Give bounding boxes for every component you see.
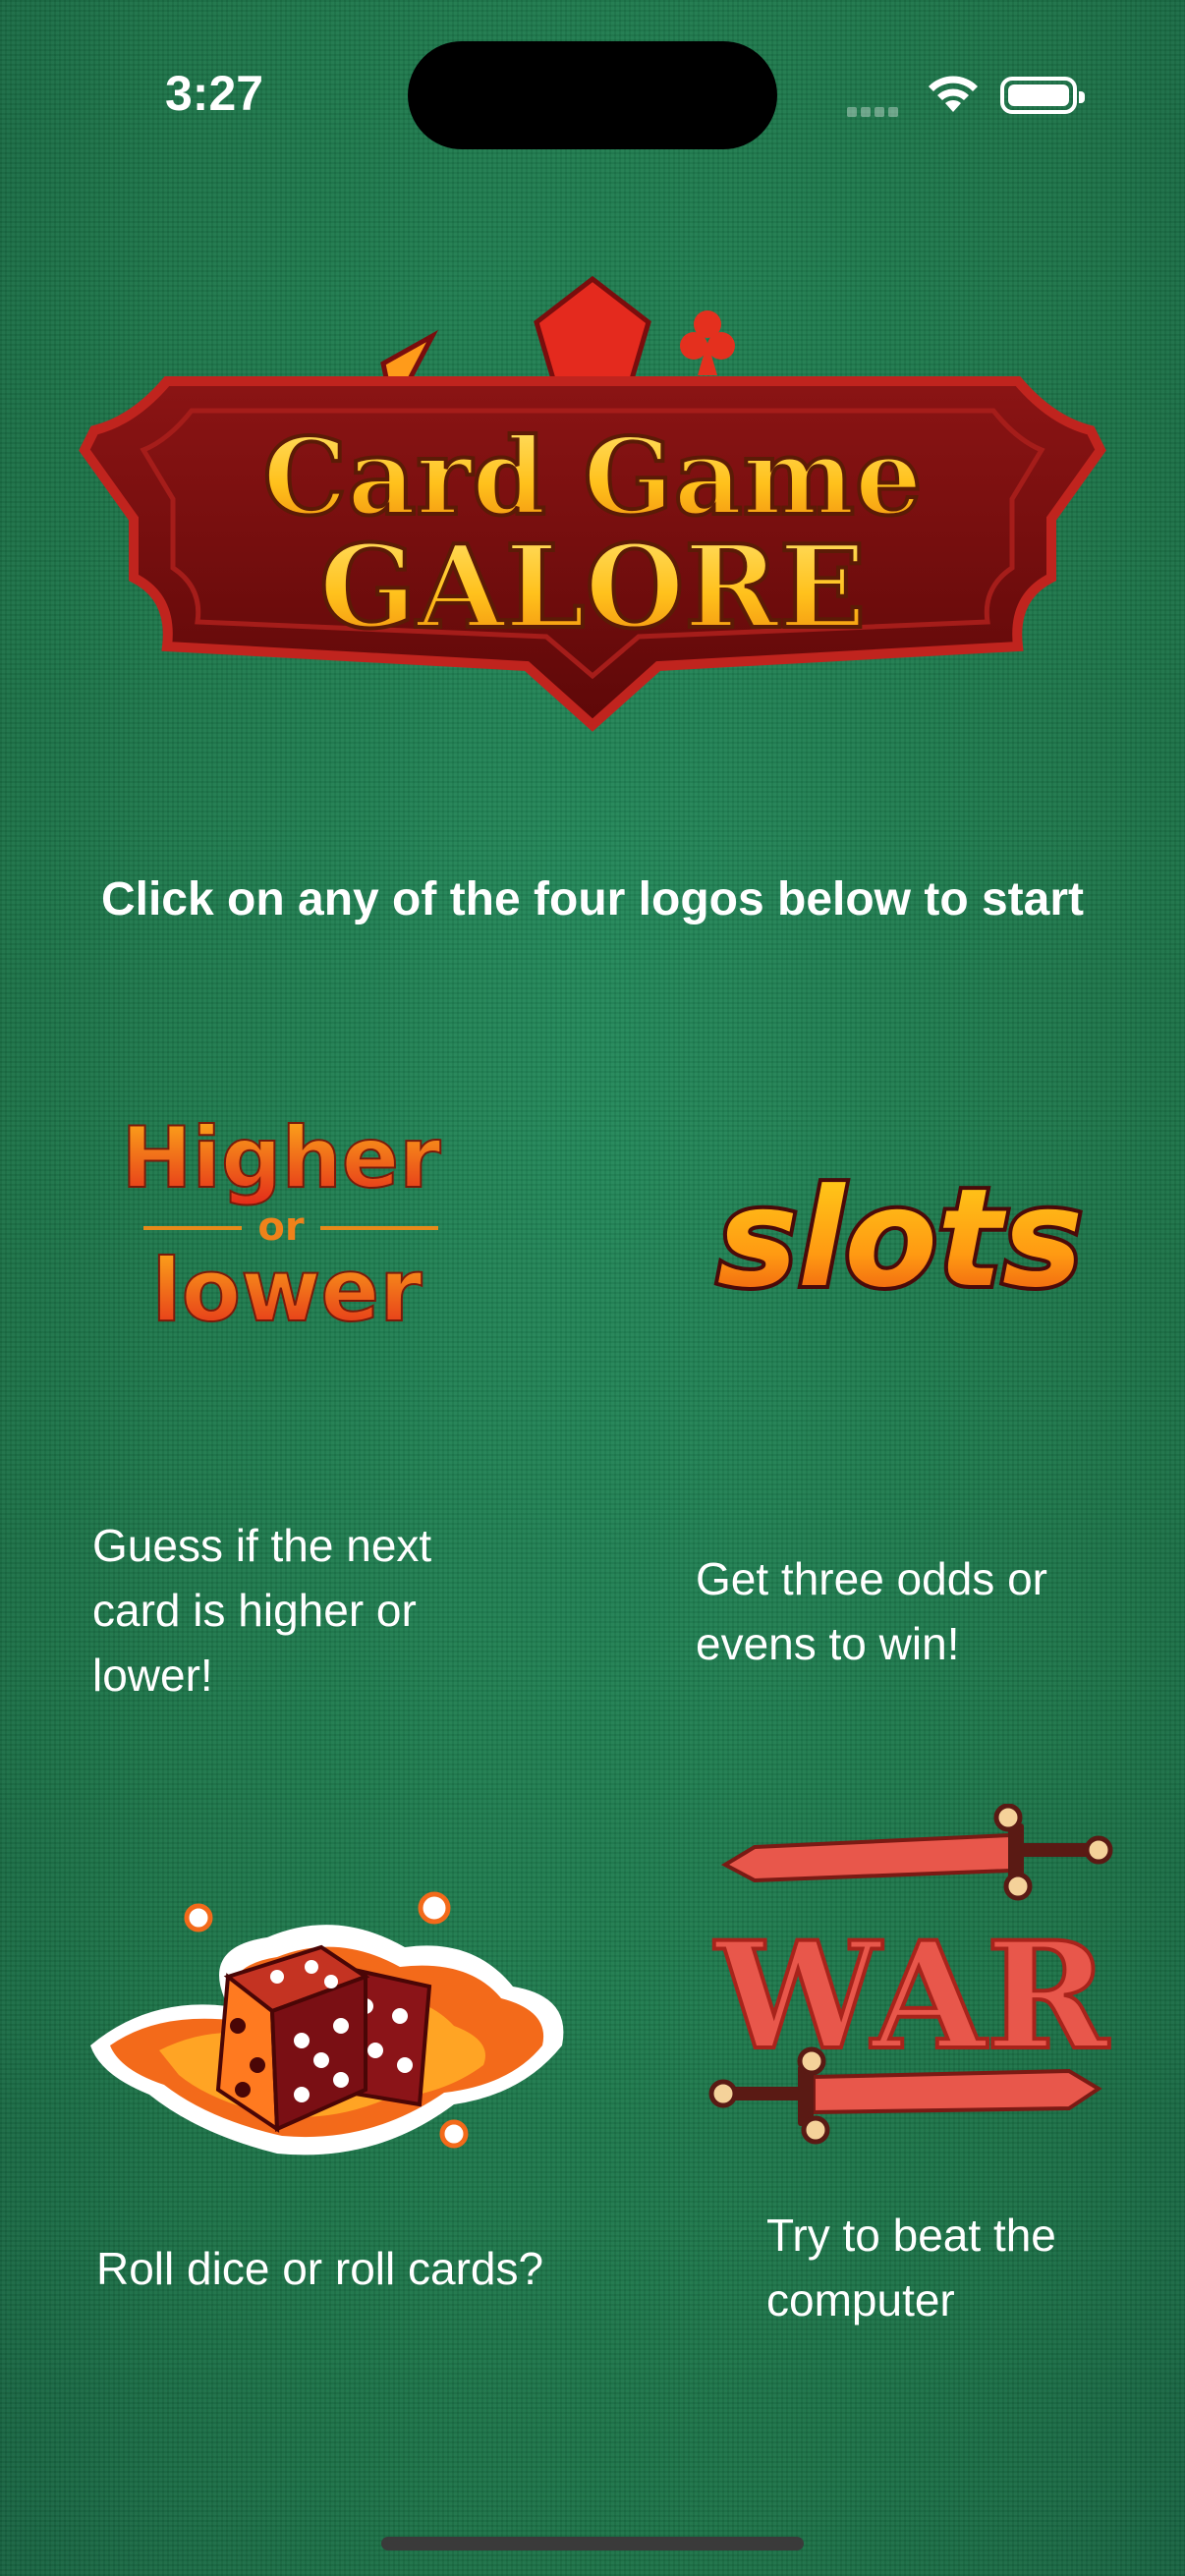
dice-description: Roll dice or roll cards? <box>96 2243 544 2294</box>
higher-or-lower-logo-button[interactable]: Higher or lower <box>104 1098 458 1334</box>
wifi-icon <box>926 73 981 119</box>
status-bar: 3:27 <box>0 0 1185 167</box>
war-description: Try to beat the computer <box>766 2210 1056 2325</box>
diamond-gem-icon <box>534 275 651 392</box>
home-indicator[interactable] <box>381 2537 804 2550</box>
war-logo-button[interactable]: WAR <box>696 1804 1128 2167</box>
svg-text:slots: slots <box>717 1159 1083 1316</box>
dynamic-island <box>408 41 777 149</box>
higher-or-lower-description: Guess if the next card is higher or lowe… <box>92 1520 432 1701</box>
cellular-signal-icon <box>847 104 902 122</box>
slots-logo-button[interactable]: slots <box>664 1159 1126 1316</box>
club-gem-icon <box>680 310 735 375</box>
svg-text:lower: lower <box>152 1240 423 1334</box>
svg-text:GALORE: GALORE <box>319 521 867 654</box>
slots-description: Get three odds or evens to win! <box>696 1553 1047 1669</box>
dice-logo-button[interactable] <box>81 1878 572 2173</box>
svg-text:WAR: WAR <box>713 1910 1109 2083</box>
sword-icon <box>720 1804 1113 1901</box>
battery-icon <box>1000 77 1085 114</box>
svg-text:Higher: Higher <box>122 1109 442 1207</box>
status-time: 3:27 <box>165 66 264 121</box>
instruction-text: Click on any of the four logos below to … <box>100 873 1085 925</box>
card-game-galore-logo: Card Game GALORE <box>79 275 1106 732</box>
